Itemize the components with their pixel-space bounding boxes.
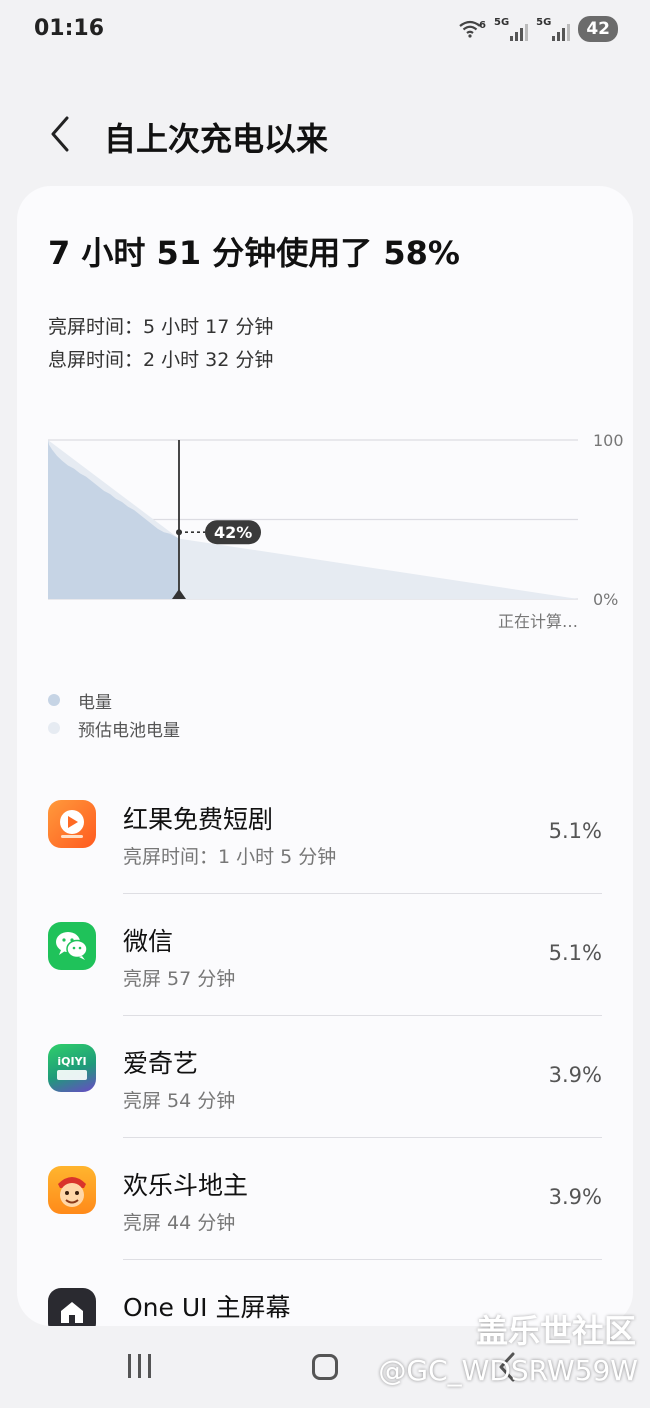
svg-text:iQIYI: iQIYI <box>57 1055 86 1068</box>
marker-value-label: 42% <box>214 523 252 542</box>
app-row-wechat[interactable]: 微信 亮屏 57 分钟 5.1% <box>17 894 633 1016</box>
wechat-icon <box>48 922 96 970</box>
battery-chart[interactable]: 100 100 0% 42% 正在计算… <box>31 432 631 662</box>
battery-level-badge: 42 <box>578 16 618 42</box>
signal-1-label: 5G <box>493 17 510 28</box>
screen-on-time: 亮屏时间：5 小时 17 分钟 <box>48 316 274 338</box>
app-screen-time: 亮屏 44 分钟 <box>123 1212 236 1234</box>
watermark-handle: @GC_WDSRW59W <box>378 1354 638 1387</box>
app-screen-time: 亮屏时间：1 小时 5 分钟 <box>123 846 337 868</box>
app-percentage: 5.1% <box>548 941 602 965</box>
status-time: 01:16 <box>34 16 105 41</box>
wifi-standard-label: 6 <box>479 20 486 31</box>
status-icons: 6 5G 5G 42 <box>459 16 618 42</box>
signal-2-icon: 5G <box>536 17 571 41</box>
signal-1-icon: 5G <box>493 17 529 41</box>
signal-2-label: 5G <box>536 17 552 28</box>
chart-footer: 正在计算… <box>498 612 578 631</box>
back-button[interactable] <box>40 112 80 156</box>
chart-legend: 电量 预估电池电量 <box>48 686 180 742</box>
battery-usage-card: 7 小时 51 分钟使用了 58% 亮屏时间：5 小时 17 分钟 息屏时间：2… <box>17 186 633 1326</box>
page-title: 自上次充电以来 <box>104 120 329 158</box>
app-name: 红果免费短剧 <box>123 805 274 834</box>
oneui-home-icon <box>48 1288 96 1326</box>
app-name: 爱奇艺 <box>123 1049 199 1078</box>
app-name: 微信 <box>123 927 174 956</box>
legend-dot-estimate <box>48 722 60 734</box>
usage-summary: 7 小时 51 分钟使用了 58% <box>48 234 460 272</box>
app-row-hongguo[interactable]: 红果免费短剧 亮屏时间：1 小时 5 分钟 5.1% <box>17 772 633 894</box>
app-percentage: 3.9% <box>548 1063 602 1087</box>
header: 自上次充电以来 <box>0 100 650 170</box>
hongguo-icon <box>48 800 96 848</box>
legend-label-battery: 电量 <box>78 692 112 713</box>
app-percentage: 5.1% <box>548 819 602 843</box>
app-row-doudizhu[interactable]: 欢乐斗地主 亮屏 44 分钟 3.9% <box>17 1138 633 1260</box>
chevron-left-icon <box>51 116 69 152</box>
status-bar: 01:16 6 5G 5G 42 <box>0 0 650 60</box>
iqiyi-icon: iQIYI <box>48 1044 96 1092</box>
app-screen-time: 亮屏 54 分钟 <box>123 1090 236 1112</box>
legend-label-estimate: 预估电池电量 <box>78 720 180 741</box>
app-row-iqiyi[interactable]: iQIYI 爱奇艺 亮屏 54 分钟 3.9% <box>17 1016 633 1138</box>
screen-off-time: 息屏时间：2 小时 32 分钟 <box>48 349 274 371</box>
recent-apps-button[interactable] <box>128 1354 151 1378</box>
app-name: One UI 主屏幕 <box>123 1293 291 1322</box>
y-tick-label-top: 100 <box>593 432 624 450</box>
app-usage-list: 红果免费短剧 亮屏时间：1 小时 5 分钟 5.1% 微信 亮屏 57 分钟 5… <box>17 772 633 1326</box>
app-screen-time: 亮屏 57 分钟 <box>123 968 236 990</box>
legend-dot-battery <box>48 694 60 706</box>
y-tick-label-bottom: 0% <box>593 590 618 609</box>
watermark-title: 盖乐世社区 <box>475 1312 636 1350</box>
doudizhu-icon <box>48 1166 96 1214</box>
app-percentage: 3.9% <box>548 1185 602 1209</box>
legend-item-estimate: 预估电池电量 <box>48 714 180 742</box>
legend-item-battery: 电量 <box>48 686 180 714</box>
app-name: 欢乐斗地主 <box>123 1171 249 1200</box>
home-button[interactable] <box>312 1354 338 1380</box>
wifi-icon: 6 <box>459 20 486 38</box>
